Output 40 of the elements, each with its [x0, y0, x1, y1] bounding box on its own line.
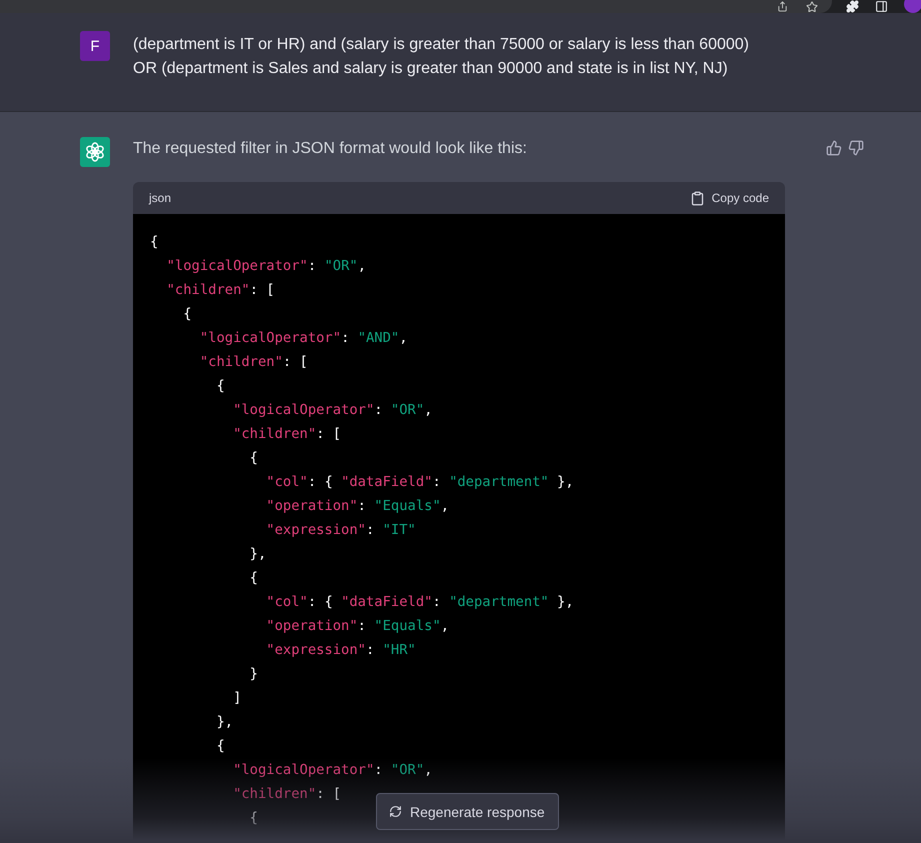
code-line: { [150, 233, 158, 252]
thumbs-up-icon[interactable] [826, 140, 842, 156]
user-message: (department is IT or HR) and (salary is greater than 75000 or salary is less than 60000) OR (department is Sales and salary is greater than 90000 and state is in list NY, NJ) [133, 35, 749, 79]
code-line: { [248, 569, 258, 588]
clipboard-icon [690, 190, 705, 206]
code-line: { [248, 809, 258, 828]
code-line: "col": { "dataField": "department" }, [265, 593, 574, 612]
refresh-icon [389, 805, 402, 818]
thumbs-down-icon[interactable] [848, 140, 864, 156]
code-line: "col": { "dataField": "department" }, [265, 473, 574, 492]
code-line: "expression": "HR" [265, 641, 416, 660]
code-line: "children": [ [166, 281, 275, 300]
code-line: "logicalOperator": "OR", [232, 401, 432, 420]
code-line: "children": [ [198, 353, 308, 372]
code-line: "logicalOperator": "AND", [198, 329, 408, 348]
code-line: { [215, 377, 225, 396]
code-line: { [248, 449, 258, 468]
copy-code-button[interactable]: Copy code [690, 190, 769, 206]
code-line: "logicalOperator": "OR", [166, 257, 366, 276]
code-line: { [182, 305, 192, 324]
code-language: json [149, 191, 172, 205]
code-line: }, [215, 713, 234, 732]
flower-logo-icon [85, 142, 105, 162]
star-icon[interactable] [806, 0, 818, 12]
regenerate-button[interactable]: Regenerate response [376, 793, 559, 830]
code-line: "operation": "Equals", [265, 617, 450, 636]
code-line: "logicalOperator": "OR", [232, 761, 432, 780]
puzzle-icon[interactable] [846, 0, 859, 13]
code-line: "children": [ [232, 785, 342, 804]
code-line: { [215, 737, 225, 756]
code-line: ] [232, 689, 242, 708]
assistant-message: The requested filter in JSON format would look like this: [133, 139, 528, 159]
code-line: } [248, 665, 258, 684]
code-line: }, [248, 545, 266, 564]
user-avatar: F [80, 31, 110, 61]
code-line: "operation": "Equals", [265, 497, 450, 516]
code-line: "children": [ [232, 425, 342, 444]
panel-icon[interactable] [875, 0, 888, 13]
code-line: "expression": "IT" [265, 521, 416, 540]
share-icon[interactable] [777, 1, 788, 12]
